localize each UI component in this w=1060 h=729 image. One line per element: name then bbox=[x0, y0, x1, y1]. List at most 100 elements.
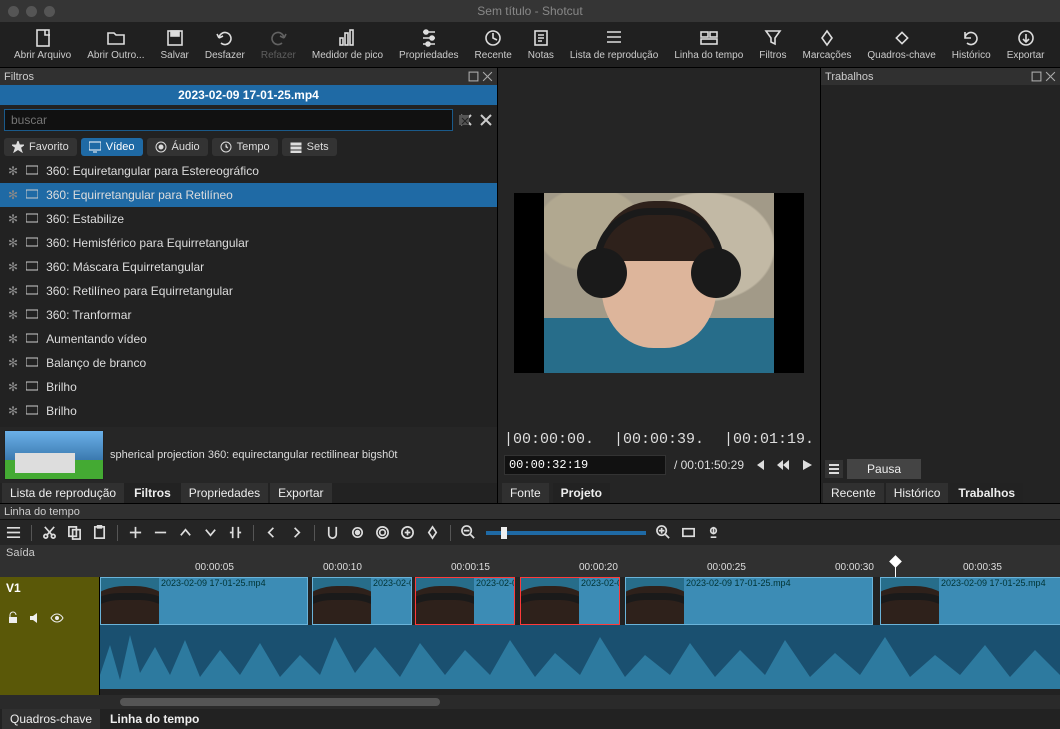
toolbar-export[interactable]: Exportar bbox=[999, 22, 1053, 67]
detach-icon[interactable] bbox=[1031, 71, 1042, 82]
ripple-all-icon[interactable] bbox=[400, 525, 415, 540]
preview-tab-projeto[interactable]: Projeto bbox=[553, 483, 610, 503]
prev-marker-icon[interactable] bbox=[264, 525, 279, 540]
lock-icon[interactable] bbox=[6, 611, 20, 625]
ripple-markers-icon[interactable] bbox=[425, 525, 440, 540]
filter-item[interactable]: ✻360: Hemisférico para Equirretangular bbox=[0, 231, 497, 255]
toolbar-filters[interactable]: Filtros bbox=[751, 22, 794, 67]
zoom-in-icon[interactable] bbox=[656, 525, 671, 540]
track-head[interactable]: V1 bbox=[0, 577, 100, 695]
tc-total: / 00:01:50:29 bbox=[674, 458, 744, 472]
rewind-icon[interactable] bbox=[776, 458, 790, 472]
add-icon[interactable] bbox=[128, 525, 143, 540]
ripple-icon[interactable] bbox=[375, 525, 390, 540]
ruler-label: 00:00:35 bbox=[963, 562, 1002, 573]
timeline-clip[interactable]: 2023-02-09 17-01-25.mp4 bbox=[312, 577, 412, 625]
toolbar-timeline[interactable]: Linha do tempo bbox=[666, 22, 751, 67]
clear-search-icon[interactable] bbox=[459, 113, 473, 127]
zoom-slider[interactable] bbox=[486, 531, 646, 535]
remove-icon[interactable] bbox=[153, 525, 168, 540]
toolbar-meter[interactable]: Medidor de pico bbox=[304, 22, 391, 67]
timeline-clip[interactable]: 2023-02-09 17-01-25.mp4 bbox=[520, 577, 620, 625]
filter-item[interactable]: ✻360: Estabilize bbox=[0, 207, 497, 231]
overwrite-icon[interactable] bbox=[203, 525, 218, 540]
close-search-icon[interactable] bbox=[479, 113, 493, 127]
skip-back-icon[interactable] bbox=[752, 458, 766, 472]
scrub-ruler[interactable]: |00:00:00.|00:00:39.|00:01:19. bbox=[498, 427, 820, 451]
chip-tempo[interactable]: Tempo bbox=[212, 138, 278, 156]
chip-favorito[interactable]: Favorito bbox=[4, 138, 77, 156]
filter-item[interactable]: ✻Aumentando vídeo bbox=[0, 327, 497, 351]
toolbar-keyframes[interactable]: Quadros-chave bbox=[859, 22, 943, 67]
jobs-tab-histórico[interactable]: Histórico bbox=[886, 483, 949, 503]
track-body[interactable]: 2023-02-09 17-01-25.mp42023-02-09 17-01-… bbox=[100, 577, 1060, 695]
next-marker-icon[interactable] bbox=[289, 525, 304, 540]
record-icon[interactable] bbox=[706, 525, 721, 540]
toolbar-props[interactable]: Propriedades bbox=[391, 22, 466, 67]
chip-sets[interactable]: Sets bbox=[282, 138, 337, 156]
video-preview[interactable] bbox=[514, 193, 804, 373]
toolbar-file[interactable]: Abrir Arquivo bbox=[6, 22, 79, 67]
mute-icon[interactable] bbox=[28, 611, 42, 625]
jobs-tab-recente[interactable]: Recente bbox=[823, 483, 884, 503]
chip-vídeo[interactable]: Vídeo bbox=[81, 138, 143, 156]
toolbar-recent[interactable]: Recente bbox=[467, 22, 520, 67]
chip-áudio[interactable]: Áudio bbox=[147, 138, 208, 156]
toolbar-history[interactable]: Histórico bbox=[944, 22, 999, 67]
filter-item[interactable]: ✻Brilho bbox=[0, 375, 497, 399]
zoom-out-icon[interactable] bbox=[461, 525, 476, 540]
pause-button[interactable]: Pausa bbox=[847, 459, 921, 479]
timeline-clip[interactable]: 2023-02-09 17-01-25.mp4 bbox=[880, 577, 1060, 625]
toolbar-notes[interactable]: Notas bbox=[520, 22, 562, 67]
snap-icon[interactable] bbox=[325, 525, 340, 540]
jobs-menu-icon[interactable] bbox=[825, 460, 843, 478]
preview-panel: |00:00:00.|00:00:39.|00:01:19. / 00:01:5… bbox=[498, 68, 820, 503]
toolbar-undo[interactable]: Desfazer bbox=[197, 22, 253, 67]
timeline-scrollbar[interactable] bbox=[0, 695, 1060, 709]
jobs-tab-trabalhos[interactable]: Trabalhos bbox=[950, 483, 1023, 503]
scrub-icon[interactable] bbox=[350, 525, 365, 540]
toolbar-jobs[interactable]: Trabalhos bbox=[1052, 22, 1060, 67]
detach-icon[interactable] bbox=[468, 71, 479, 82]
close-icon[interactable] bbox=[1045, 71, 1056, 82]
filter-item[interactable]: ✻Brilho bbox=[0, 399, 497, 423]
timeline-clip[interactable]: 2023-02-09 17-01-25.mp4 bbox=[100, 577, 308, 625]
left-tab-lista-de-reprodução[interactable]: Lista de reprodução bbox=[2, 483, 124, 503]
timeline-clip[interactable]: 2023-02-09 17-01-25.mp4 bbox=[415, 577, 515, 625]
timeline-ruler[interactable]: 00:00:0500:00:1000:00:1500:00:2000:00:25… bbox=[0, 561, 1060, 577]
scrub-label: |00:00:39. bbox=[614, 431, 704, 448]
left-tab-exportar[interactable]: Exportar bbox=[270, 483, 331, 503]
zoom-fit-icon[interactable] bbox=[681, 525, 696, 540]
search-input[interactable] bbox=[4, 109, 453, 131]
filter-item[interactable]: ✻360: Máscara Equirretangular bbox=[0, 255, 497, 279]
filter-item[interactable]: ✻360: Equirretangular para Retilíneo bbox=[0, 183, 497, 207]
timeline-clip[interactable]: 2023-02-09 17-01-25.mp4 bbox=[625, 577, 873, 625]
lift-icon[interactable] bbox=[178, 525, 193, 540]
filter-item[interactable]: ✻360: Retilíneo para Equirretangular bbox=[0, 279, 497, 303]
filter-item[interactable]: ✻360: Equiretangular para Estereográfico bbox=[0, 159, 497, 183]
waveform bbox=[100, 625, 1060, 689]
filter-item[interactable]: ✻360: Tranformar bbox=[0, 303, 497, 327]
filter-item[interactable]: ✻Balanço de branco bbox=[0, 351, 497, 375]
cut-icon[interactable] bbox=[42, 525, 57, 540]
paste-icon[interactable] bbox=[92, 525, 107, 540]
toolbar-redo[interactable]: Refazer bbox=[253, 22, 304, 67]
tc-input[interactable] bbox=[504, 455, 666, 475]
toolbar-save[interactable]: Salvar bbox=[153, 22, 197, 67]
preview-tab-fonte[interactable]: Fonte bbox=[502, 483, 549, 503]
close-icon[interactable] bbox=[482, 71, 493, 82]
toolbar-folder[interactable]: Abrir Outro... bbox=[79, 22, 152, 67]
play-icon[interactable] bbox=[800, 458, 814, 472]
left-tab-filtros[interactable]: Filtros bbox=[126, 483, 179, 503]
track-area: V1 2023-02-09 17-01-25.mp42023-02-09 17-… bbox=[0, 577, 1060, 695]
toolbar-playlist[interactable]: Lista de reprodução bbox=[562, 22, 666, 67]
copy-icon[interactable] bbox=[67, 525, 82, 540]
bottom-tab-quadros-chave[interactable]: Quadros-chave bbox=[2, 709, 100, 729]
bottom-tab-linha-do-tempo[interactable]: Linha do tempo bbox=[102, 709, 207, 729]
split-icon[interactable] bbox=[228, 525, 243, 540]
menu-icon[interactable] bbox=[6, 525, 21, 540]
toolbar-markers[interactable]: Marcações bbox=[795, 22, 860, 67]
playhead[interactable] bbox=[895, 561, 896, 577]
left-tab-propriedades[interactable]: Propriedades bbox=[181, 483, 268, 503]
hide-icon[interactable] bbox=[50, 611, 64, 625]
